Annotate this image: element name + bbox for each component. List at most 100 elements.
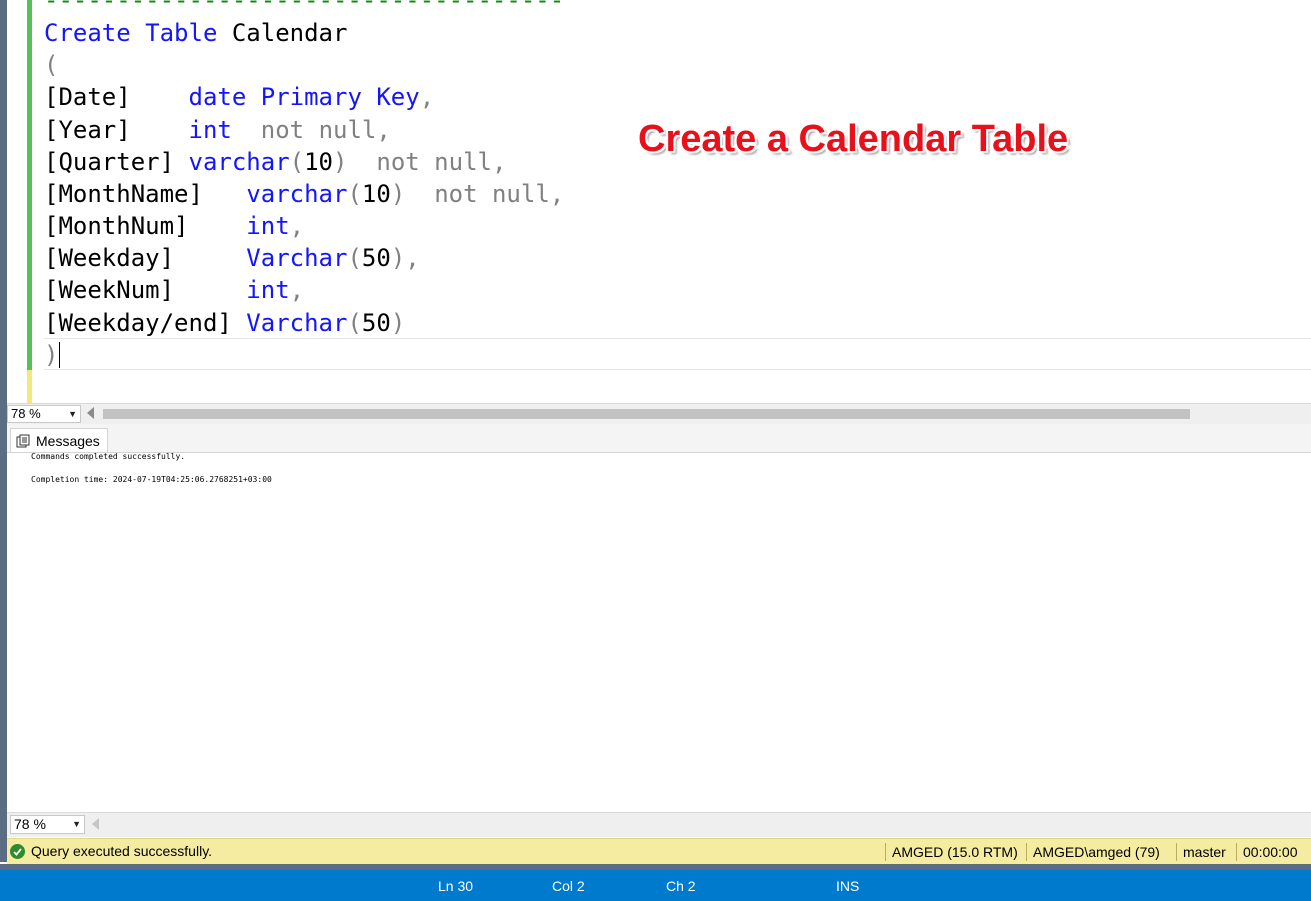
line-number: Ln 30 [438,878,474,894]
code-token: [Weekday] [44,244,175,272]
code-line[interactable]: [MonthName] varchar(10) not null, [44,178,564,210]
database-info: master [1176,843,1226,861]
server-info: AMGED (15.0 RTM) [885,843,1018,861]
code-line[interactable]: ( [44,49,58,81]
code-token: not null, [376,148,507,176]
code-token: ( [347,244,362,272]
current-line-highlight [44,338,1311,370]
code-token: varchar [188,148,290,176]
code-token: ), [390,244,420,272]
overlay-title: Create a Calendar Table [638,118,1069,160]
char-number: Ch 2 [666,878,696,894]
unsaved-changes-bar [27,370,32,403]
code-area[interactable]: ------------------------------------ Crea… [44,0,1311,403]
code-token: Varchar [246,244,348,272]
elapsed-time: 00:00:00 [1236,843,1298,861]
code-token: ------------------------------------ [44,0,565,14]
code-token: [MonthNum] [44,212,189,240]
code-token: [WeekNum] [44,276,175,304]
code-line[interactable]: ) [44,339,58,371]
code-token: Create [44,19,131,47]
editor-zoom-value: 78 % [11,406,41,421]
saved-changes-bar [27,0,32,370]
code-token: 50 [361,244,391,272]
code-line[interactable]: ------------------------------------ [44,0,564,16]
code-token: ( [347,180,362,208]
query-status-text: Query executed successfully. [31,843,213,859]
code-token: date [188,83,247,111]
horizontal-scrollbar-thumb[interactable] [103,409,1190,419]
code-token: Table [145,19,218,47]
results-tab-strip: Messages [7,424,1311,453]
code-token: Key [376,83,420,111]
code-line[interactable]: [MonthNum] int, [44,210,304,242]
query-status-bar: Query executed successfully. AMGED (15.0… [7,838,1311,864]
success-check-icon [10,843,25,859]
code-token: [MonthName] [44,180,203,208]
ide-status-bar: Ln 30 Col 2 Ch 2 INS [0,870,1311,901]
code-token: ) [390,309,406,337]
code-token: int [246,276,290,304]
query-status-message: Query executed successfully. [10,843,212,859]
code-token: ) [390,180,406,208]
code-token: , [289,212,305,240]
code-line[interactable]: [Quarter] varchar(10) not null, [44,146,506,178]
column-number: Col 2 [552,878,585,894]
code-line[interactable]: [WeekNum] int, [44,274,304,306]
window-frame-left [0,0,7,862]
tab-messages[interactable]: Messages [10,428,108,452]
results-horizontal-bar: 78 % ▼ [7,812,1311,837]
code-token: varchar [246,180,348,208]
message-line: Commands completed successfully. [31,452,186,461]
results-zoom-value: 78 % [14,816,46,832]
code-token: not null, [260,116,391,144]
code-token: ( [289,148,305,176]
code-line[interactable]: [Weekday] Varchar(50), [44,242,420,274]
code-token: 10 [304,148,334,176]
scroll-left-icon[interactable] [92,818,99,830]
code-token: int [246,212,290,240]
code-token: ) [333,148,348,176]
code-token: , [289,276,305,304]
text-caret [59,342,60,368]
editor-horizontal-bar: 78 % ▼ [7,403,1311,425]
editor-zoom-select[interactable]: 78 % ▼ [7,405,81,423]
code-token: [Date] [44,83,131,111]
code-token: Primary [260,83,362,111]
chevron-down-icon: ▼ [72,819,81,829]
messages-icon [16,434,30,448]
code-line[interactable]: [Date] date Primary Key, [44,81,434,113]
code-line[interactable]: [Year] int not null, [44,114,391,146]
code-token: not null, [434,180,565,208]
code-token: Calendar [217,19,348,47]
code-token: ( [347,309,362,337]
code-token: , [419,83,435,111]
code-token: [Quarter] [44,148,175,176]
code-line[interactable]: [Weekday/end] Varchar(50) [44,307,405,339]
code-token: 10 [361,180,391,208]
results-pane: Messages Commands completed successfully… [7,424,1311,812]
query-editor[interactable]: ------------------------------------ Crea… [7,0,1311,403]
code-line[interactable]: Create Table Calendar [44,17,347,49]
chevron-down-icon: ▼ [68,409,77,419]
insert-mode: INS [836,878,860,894]
results-zoom-select[interactable]: 78 % ▼ [10,815,85,834]
code-token: ( [44,51,59,79]
code-token: int [188,116,232,144]
message-line: Completion time: 2024-07-19T04:25:06.276… [31,475,272,484]
user-info: AMGED\amged (79) [1026,843,1160,861]
editor-gutter [7,0,27,403]
scroll-left-icon[interactable] [87,407,94,419]
